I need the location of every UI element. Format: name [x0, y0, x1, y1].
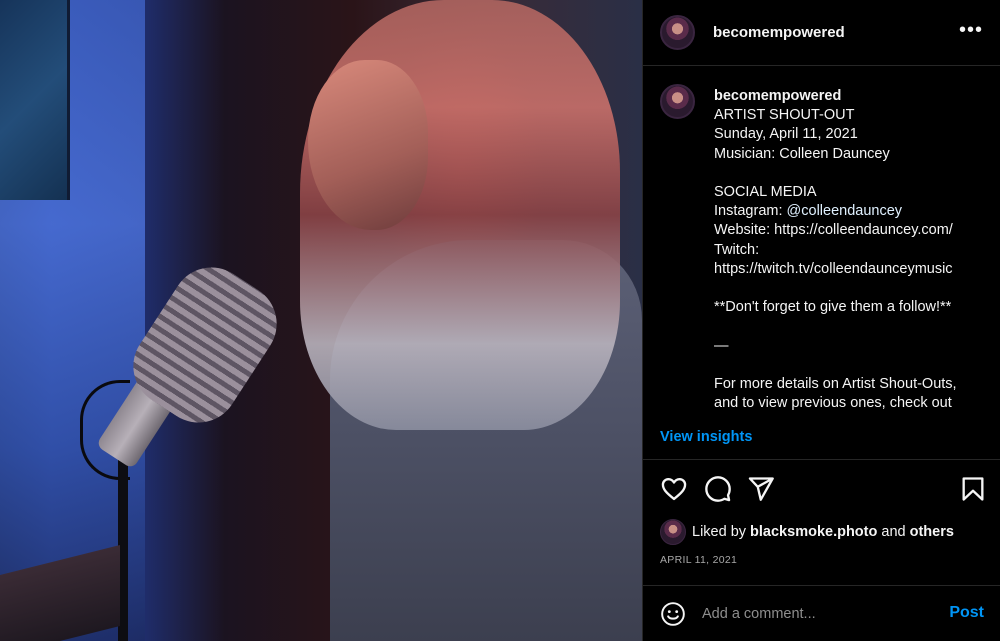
- caption-line: [714, 279, 994, 298]
- emoji-icon[interactable]: [660, 601, 686, 627]
- caption-line: **Don't forget to give them a follow!**: [714, 299, 952, 316]
- liker-avatar[interactable]: [660, 519, 686, 545]
- likes-others-link[interactable]: others: [910, 524, 954, 540]
- caption-line: https://twitch.tv/colleendaunceymusic: [714, 260, 953, 277]
- caption-instagram-line: Instagram: @colleendauncey: [714, 202, 994, 221]
- header-username[interactable]: becomempowered: [713, 24, 845, 41]
- caption-line: ARTIST SHOUT-OUT: [714, 107, 855, 124]
- caption-section: becomempowered ARTIST SHOUT-OUT Sunday, …: [643, 67, 1000, 414]
- post-header: becomempowered •••: [643, 0, 1000, 66]
- post-image[interactable]: [0, 0, 642, 641]
- post-details-panel: becomempowered ••• becomempowered ARTIST…: [642, 0, 1000, 641]
- caption-line: and to view previous ones, check out: [714, 395, 952, 412]
- view-insights-link[interactable]: View insights: [660, 429, 752, 445]
- caption-line: —: [714, 337, 729, 354]
- caption-avatar[interactable]: [660, 84, 695, 119]
- comment-icon[interactable]: [704, 475, 732, 503]
- bookmark-icon[interactable]: [959, 475, 987, 503]
- comment-bar: Post: [643, 585, 1000, 641]
- caption-line: Twitch:: [714, 241, 760, 258]
- insights-row: View insights: [643, 414, 1000, 460]
- caption-line: [714, 356, 994, 375]
- instagram-prefix: Instagram:: [714, 203, 787, 220]
- caption-text: becomempowered ARTIST SHOUT-OUT Sunday, …: [714, 87, 994, 413]
- caption-line: Website: https://colleendauncey.com/: [714, 222, 953, 239]
- liker-username[interactable]: blacksmoke.photo: [750, 524, 877, 540]
- caption-username[interactable]: becomempowered: [714, 87, 994, 106]
- caption-line: [714, 317, 994, 336]
- caption-line: Sunday, April 11, 2021: [714, 126, 858, 143]
- heart-icon[interactable]: [660, 475, 688, 503]
- face-shape: [308, 60, 428, 230]
- caption-line: For more details on Artist Shout-Outs,: [714, 375, 957, 392]
- share-icon[interactable]: [747, 475, 775, 503]
- likes-prefix: Liked by: [692, 524, 747, 540]
- comment-input[interactable]: [702, 605, 922, 622]
- more-options-icon[interactable]: •••: [959, 20, 983, 40]
- post-date: APRIL 11, 2021: [660, 554, 738, 566]
- wall-painting: [0, 0, 70, 200]
- post-button[interactable]: Post: [949, 604, 984, 622]
- caption-line: SOCIAL MEDIA: [714, 184, 817, 200]
- likes-middle: and: [881, 524, 906, 540]
- avatar[interactable]: [660, 15, 695, 50]
- action-bar: [643, 472, 1000, 506]
- mention-link[interactable]: @colleendauncey: [787, 203, 903, 219]
- caption-line: Musician: Colleen Dauncey: [714, 145, 890, 162]
- caption-line: [714, 164, 994, 183]
- likes-row: Liked by blacksmoke.photo and others: [660, 519, 954, 545]
